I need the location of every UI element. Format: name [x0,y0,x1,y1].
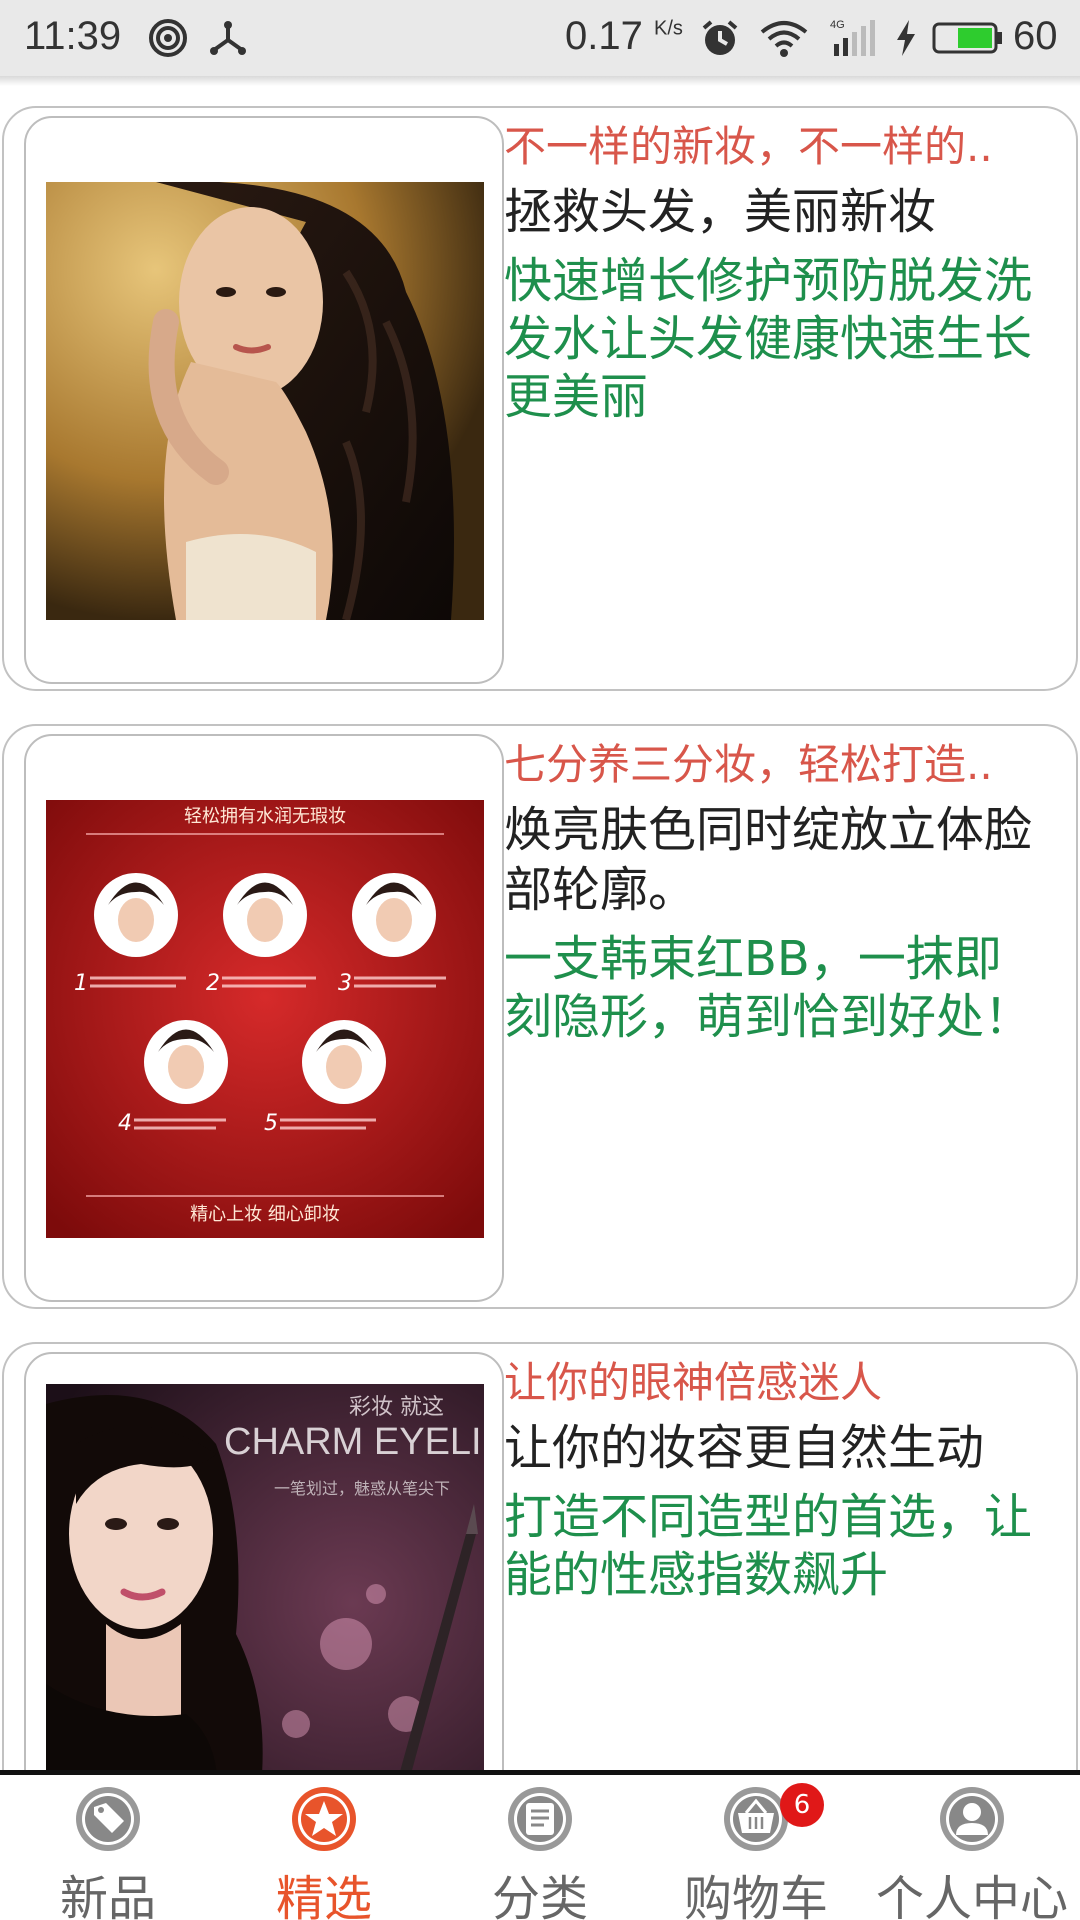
nav-label: 精选 [275,1871,372,1920]
wifi-icon [760,21,808,57]
product-info: 七分养三分妆，轻松打造.. 焕亮肤色同时绽放立体脸部轮廓。 一支韩束红BB，一抹… [504,736,1044,1046]
product-image-frame [24,116,504,684]
product-subtitle: 拯救头发，美丽新妆 [504,184,937,240]
product-image-bb-cream[interactable]: 轻松拥有水润无瑕妆 1 2 3 4 5 精心上妆 细心卸妆 [46,800,484,1238]
battery-icon [932,22,1002,54]
status-bar-shadow [0,76,1080,86]
list-icon [508,1787,572,1851]
svg-text:5: 5 [264,1111,278,1136]
network-speed: 0.17 K/s [565,14,683,58]
product-info: 不一样的新妆，不一样的.. 拯救头发，美丽新妆 快速增长修护预防脱发洗发水让头发… [504,118,1044,426]
nav-item-featured[interactable]: 精选 [216,1775,432,1920]
product-image-hair-model[interactable] [46,182,484,620]
product-card[interactable]: 轻松拥有水润无瑕妆 1 2 3 4 5 精心上妆 细心卸妆 七分养三分妆，轻松打… [2,724,1078,1309]
nav-label: 购物车 [683,1871,828,1920]
product-image-frame: 轻松拥有水润无瑕妆 1 2 3 4 5 精心上妆 细心卸妆 [24,734,504,1302]
product-description: 一支韩束红BB，一抹即刻隐形，萌到恰到好处！ [504,931,1033,1045]
usb-debug-icon [210,21,246,55]
user-icon [940,1787,1004,1851]
product-description: 快速增长修护预防脱发洗发水让头发健康快速生长更美丽 [504,253,1033,425]
svg-text:4: 4 [118,1111,132,1136]
svg-text:1: 1 [74,971,88,996]
star-icon [292,1787,356,1851]
product-image-frame: 彩妆 就这 CHARM EYELI 一笔划过，魅惑从笔尖下 [24,1352,504,1772]
cart-count-badge: 6 [780,1783,824,1827]
nav-label: 分类 [491,1871,588,1920]
product-info: 让你的眼神倍感迷人 让你的妆容更自然生动 打造不同造型的首选，让能的性感指数飙升 [504,1354,1044,1604]
svg-text:一笔划过，魅惑从笔尖下: 一笔划过，魅惑从笔尖下 [274,1479,450,1498]
product-title: 让你的眼神倍感迷人 [504,1358,883,1407]
svg-text:轻松拥有水润无瑕妆: 轻松拥有水润无瑕妆 [184,806,346,827]
nav-item-new[interactable]: 新品 [0,1775,216,1920]
nav-label: 个人中心 [875,1871,1068,1920]
nav-item-profile[interactable]: 个人中心 [864,1775,1080,1920]
featured-feed[interactable]: 不一样的新妆，不一样的.. 拯救头发，美丽新妆 快速增长修护预防脱发洗发水让头发… [0,86,1080,1772]
nav-label: 新品 [59,1871,156,1920]
alarm-icon [702,20,738,55]
svg-text:2: 2 [206,971,220,996]
hotspot-icon [149,19,187,57]
product-title: 不一样的新妆，不一样的.. [504,122,993,171]
battery-level: 60 [1013,14,1058,58]
nav-item-cart[interactable]: 6 购物车 [648,1775,864,1920]
tag-icon [76,1787,140,1851]
status-bar: 11:39 0.17 K/s 4G 60 [0,0,1080,76]
product-title: 七分养三分妆，轻松打造.. [504,740,993,789]
product-subtitle: 让你的妆容更自然生动 [504,1420,985,1476]
cart-icon [724,1787,788,1851]
bottom-nav: 新品 精选 分类 6 购物车 个人中心 [0,1775,1080,1920]
product-description: 打造不同造型的首选，让能的性感指数飙升 [504,1489,1033,1603]
charging-icon [897,20,915,56]
status-time: 11:39 [24,14,122,58]
svg-text:4G: 4G [830,19,845,31]
svg-text:彩妆 就这: 彩妆 就这 [349,1395,444,1420]
cellular-signal-icon: 4G [830,19,875,56]
svg-text:精心上妆 细心卸妆: 精心上妆 细心卸妆 [190,1204,340,1225]
product-image-eyeliner[interactable]: 彩妆 就这 CHARM EYELI 一笔划过，魅惑从笔尖下 [46,1384,484,1772]
product-card[interactable]: 彩妆 就这 CHARM EYELI 一笔划过，魅惑从笔尖下 让你的眼神倍感迷人 … [2,1342,1078,1772]
nav-item-category[interactable]: 分类 [432,1775,648,1920]
svg-text:CHARM EYELI: CHARM EYELI [224,1421,482,1463]
product-card[interactable]: 不一样的新妆，不一样的.. 拯救头发，美丽新妆 快速增长修护预防脱发洗发水让头发… [2,106,1078,691]
product-subtitle: 焕亮肤色同时绽放立体脸部轮廓。 [504,802,1033,918]
svg-text:3: 3 [338,971,352,996]
